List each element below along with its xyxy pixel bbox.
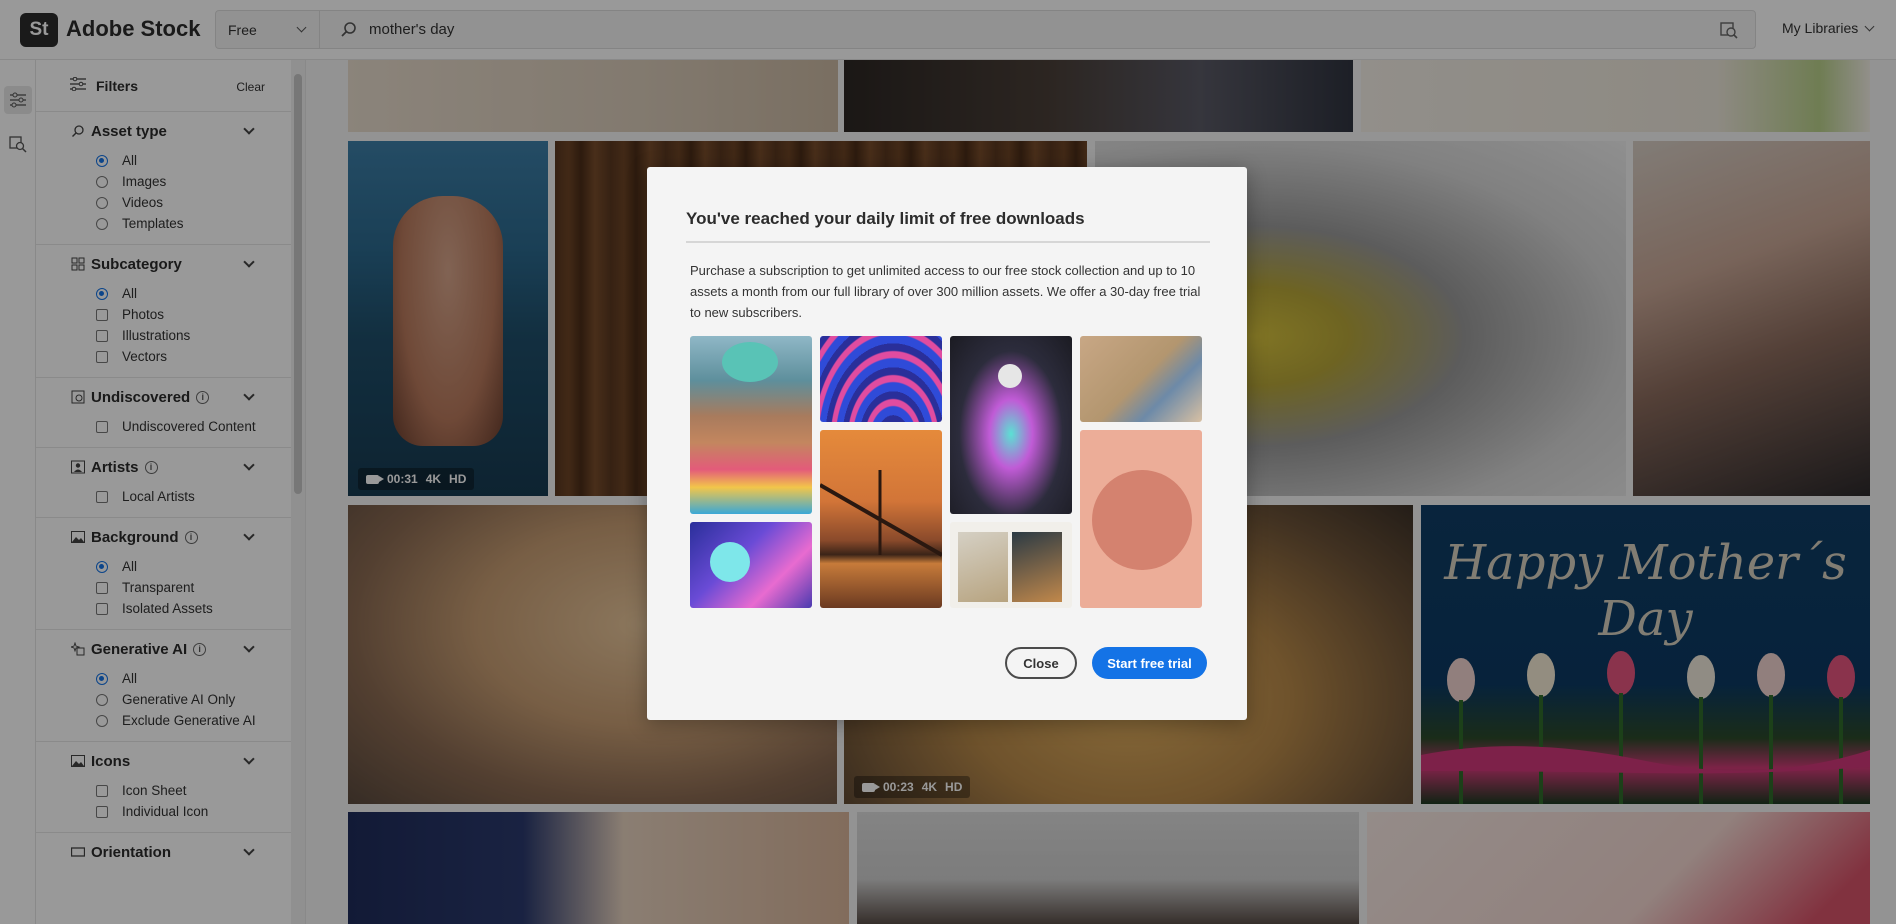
globe-shape (1092, 470, 1192, 570)
figure-shape (710, 542, 750, 582)
template-page (958, 532, 1008, 602)
promo-image-mosaic (690, 336, 1207, 608)
sphere-shape (998, 364, 1022, 388)
promo-image-beach (1080, 336, 1202, 422)
promo-image-maze (820, 336, 942, 422)
promo-image-globe (1080, 430, 1202, 608)
download-limit-dialog: You've reached your daily limit of free … (647, 167, 1247, 720)
promo-image-abstract (950, 336, 1072, 514)
promo-image-bridge (820, 430, 942, 608)
template-page (1012, 532, 1062, 602)
bridge-silhouette (820, 470, 942, 557)
dialog-divider (686, 241, 1210, 243)
dialog-title: You've reached your daily limit of free … (686, 209, 1085, 228)
promo-image-portrait (690, 336, 812, 514)
dialog-body-text: Purchase a subscription to get unlimited… (690, 263, 1201, 320)
close-button[interactable]: Close (1005, 647, 1077, 679)
promo-image-illustration (690, 522, 812, 608)
hair-shape (722, 342, 778, 382)
promo-image-template (950, 522, 1072, 608)
start-free-trial-button[interactable]: Start free trial (1092, 647, 1207, 679)
